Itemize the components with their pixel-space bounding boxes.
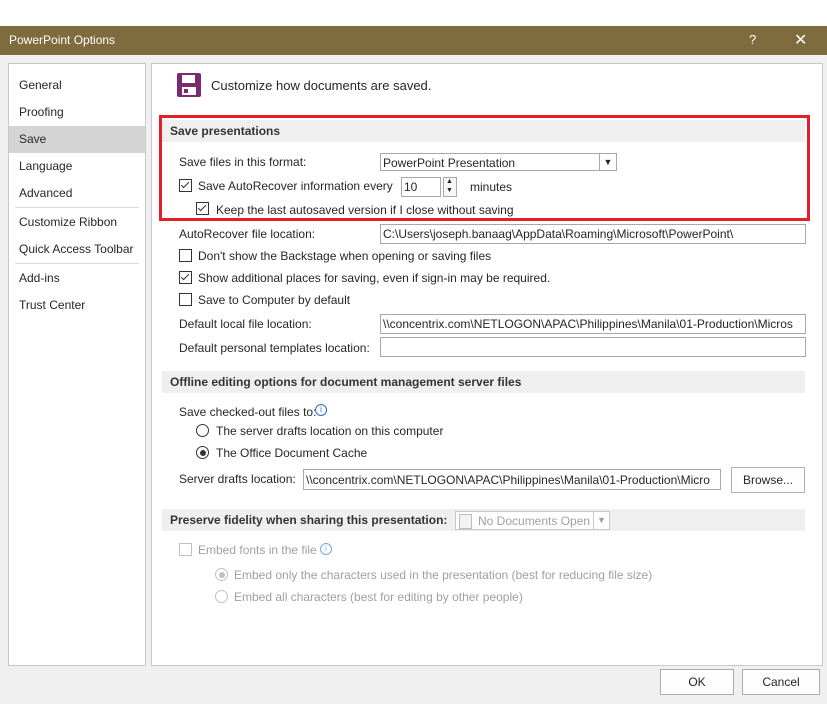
embed-fonts-checkbox[interactable] — [179, 543, 192, 556]
minutes-value: 10 — [404, 180, 418, 194]
autorecover-minutes-input[interactable]: 10 — [401, 177, 441, 197]
page-heading: Customize how documents are saved. — [211, 78, 432, 93]
info-icon[interactable]: i — [320, 543, 332, 555]
nav-item-label: General — [19, 78, 62, 92]
office-cache-radio[interactable] — [196, 446, 209, 459]
embed-only-label: Embed only the characters used in the pr… — [234, 568, 653, 582]
server-drafts-location-value: \\concentrix.com\NETLOGON\APAC\Philippin… — [306, 473, 710, 487]
default-templates-label: Default personal templates location: — [179, 341, 370, 355]
embed-fonts-label: Embed fonts in the file — [198, 543, 317, 557]
spin-up-icon[interactable]: ▲ — [446, 178, 453, 185]
nav-item-label: Customize Ribbon — [19, 215, 118, 229]
server-drafts-location-label: Server drafts location: — [179, 472, 296, 486]
office-cache-option-label: The Office Document Cache — [216, 446, 368, 460]
nav-item-advanced[interactable]: Advanced — [9, 180, 145, 207]
format-label: Save files in this format: — [179, 155, 307, 169]
autorecover-location-input[interactable]: C:\Users\joseph.banaag\AppData\Roaming\M… — [380, 224, 806, 244]
additional-places-checkbox[interactable] — [179, 271, 192, 284]
close-icon[interactable]: ✕ — [794, 30, 807, 50]
autorecover-location-value: C:\Users\joseph.banaag\AppData\Roaming\M… — [383, 227, 734, 241]
format-select-value: PowerPoint Presentation — [383, 156, 516, 170]
window-title: PowerPoint Options — [9, 33, 116, 47]
nav-item-add-ins[interactable]: Add-ins — [9, 265, 145, 292]
nav-item-language[interactable]: Language — [9, 153, 145, 180]
ok-button[interactable]: OK — [660, 669, 734, 695]
chevron-down-icon[interactable]: ▼ — [593, 512, 609, 529]
save-options-panel: Customize how documents are saved. Save … — [151, 63, 823, 666]
nav-item-proofing[interactable]: Proofing — [9, 99, 145, 126]
additional-places-label: Show additional places for saving, even … — [198, 271, 551, 285]
nav-item-customize-ribbon[interactable]: Customize Ribbon — [9, 209, 145, 236]
nav-item-label: Quick Access Toolbar — [19, 242, 134, 256]
save-disk-icon — [177, 73, 201, 97]
default-local-input[interactable]: \\concentrix.com\NETLOGON\APAC\Philippin… — [380, 314, 806, 334]
nav-item-label: Trust Center — [19, 298, 86, 312]
nav-divider — [15, 207, 139, 208]
section-header-offline: Offline editing options for document man… — [162, 371, 805, 393]
default-local-label: Default local file location: — [179, 317, 312, 331]
minutes-spinner[interactable]: ▲ ▼ — [443, 177, 457, 197]
nav-item-label: Language — [19, 159, 73, 173]
fidelity-document-value: No Documents Open — [478, 514, 591, 528]
fidelity-document-select[interactable]: No Documents Open ▼ — [455, 511, 610, 530]
save-to-computer-checkbox[interactable] — [179, 293, 192, 306]
category-nav: General Proofing Save Language Advanced … — [8, 63, 146, 666]
info-icon[interactable]: i — [315, 404, 327, 416]
options-dialog: General Proofing Save Language Advanced … — [0, 55, 827, 704]
keep-last-label: Keep the last autosaved version if I clo… — [216, 203, 514, 217]
default-templates-input[interactable] — [380, 337, 806, 357]
embed-all-radio[interactable] — [215, 590, 228, 603]
cancel-button[interactable]: Cancel — [742, 669, 820, 695]
autorecover-checkbox[interactable] — [179, 179, 192, 192]
chevron-down-icon[interactable]: ▼ — [599, 154, 616, 170]
nav-item-trust-center[interactable]: Trust Center — [9, 292, 145, 319]
help-icon[interactable]: ? — [749, 32, 756, 47]
nav-item-label: Advanced — [19, 186, 73, 200]
format-select[interactable]: PowerPoint Presentation ▼ — [380, 153, 617, 171]
nav-item-label: Add-ins — [19, 271, 60, 285]
minutes-label: minutes — [470, 180, 513, 194]
browse-button[interactable]: Browse... — [731, 467, 805, 493]
nav-item-label: Proofing — [19, 105, 64, 119]
presentation-file-icon — [459, 514, 472, 529]
default-local-value: \\concentrix.com\NETLOGON\APAC\Philippin… — [383, 317, 793, 331]
server-drafts-location-input[interactable]: \\concentrix.com\NETLOGON\APAC\Philippin… — [303, 469, 721, 490]
spin-down-icon[interactable]: ▼ — [446, 187, 453, 194]
title-bar: PowerPoint Options ? ✕ — [0, 26, 827, 55]
nav-divider — [15, 263, 139, 264]
backstage-checkbox[interactable] — [179, 249, 192, 262]
backstage-label: Don't show the Backstage when opening or… — [198, 249, 492, 263]
autorecover-location-label: AutoRecover file location: — [179, 227, 316, 241]
server-drafts-option-label: The server drafts location on this compu… — [216, 424, 444, 438]
nav-item-quick-access-toolbar[interactable]: Quick Access Toolbar — [9, 236, 145, 263]
checked-out-label: Save checked-out files to: — [179, 405, 317, 419]
embed-all-label: Embed all characters (best for editing b… — [234, 590, 523, 604]
nav-item-general[interactable]: General — [9, 72, 145, 99]
embed-only-radio[interactable] — [215, 568, 228, 581]
keep-last-checkbox[interactable] — [196, 202, 209, 215]
nav-item-save[interactable]: Save — [9, 126, 145, 153]
autorecover-label: Save AutoRecover information every — [198, 179, 393, 193]
save-to-computer-label: Save to Computer by default — [198, 293, 351, 307]
nav-item-label: Save — [19, 132, 47, 146]
server-drafts-radio[interactable] — [196, 424, 209, 437]
